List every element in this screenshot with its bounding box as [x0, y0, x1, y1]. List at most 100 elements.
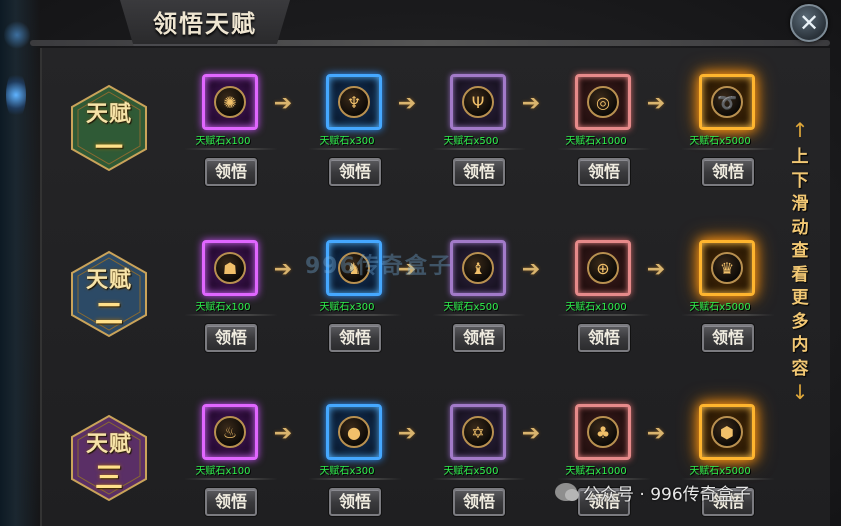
talent-cost: 天赋石x5000: [689, 302, 751, 313]
talent-cost: 天赋石x5000: [689, 466, 751, 477]
cost-divider: [432, 314, 526, 316]
talent-skill-slot[interactable]: ◎: [565, 64, 643, 142]
orb-icon: ●: [338, 416, 370, 448]
talent-badge-number: 二: [94, 297, 123, 330]
close-icon: ✕: [798, 9, 820, 37]
talent-cost: 天赋石x300: [319, 302, 375, 313]
arrow-up-icon: ↑: [791, 118, 809, 142]
talent-badge-number: 一: [94, 131, 123, 164]
comprehend-button[interactable]: 领悟: [578, 158, 630, 186]
scroll-hint-text: 上下滑动查看更多内容: [791, 147, 809, 379]
trident-icon: Ψ: [462, 86, 494, 118]
window-title: 领悟天赋: [153, 9, 257, 38]
talent-cost: 天赋石x1000: [565, 302, 627, 313]
comprehend-button[interactable]: 领悟: [329, 488, 381, 516]
talent-cost: 天赋石x300: [319, 136, 375, 147]
talent-cost: 天赋石x300: [319, 466, 375, 477]
talent-cost: 天赋石x1000: [565, 466, 627, 477]
talent-cost: 天赋石x1000: [565, 136, 627, 147]
shield-icon: ⬢: [711, 416, 743, 448]
demon-mask-icon: ☗: [214, 252, 246, 284]
talent-skill-slot[interactable]: ♨: [192, 394, 270, 472]
comprehend-button[interactable]: 领悟: [578, 324, 630, 352]
arrow-right-icon: ➔: [273, 257, 293, 282]
talent-cost: 天赋石x500: [443, 136, 499, 147]
footer-watermark: 公众号 · 996传奇盒子: [555, 480, 751, 505]
seal-icon: ✺: [214, 86, 246, 118]
talent-skill-slot[interactable]: ➰: [689, 64, 767, 142]
arrow-right-icon: ➔: [646, 257, 666, 282]
talent-badge-label: 天赋: [85, 267, 132, 293]
dragon-icon: ♝: [462, 252, 494, 284]
talent-badge: 天赋一: [70, 84, 148, 172]
talent-cost: 天赋石x100: [195, 136, 251, 147]
talent-skill-slot[interactable]: Ψ: [440, 64, 518, 142]
arrow-right-icon: ➔: [646, 91, 666, 116]
arrow-right-icon: ➔: [397, 91, 417, 116]
talent-badge: 天赋三: [70, 414, 148, 502]
arrow-right-icon: ➔: [273, 421, 293, 446]
comprehend-button[interactable]: 领悟: [205, 158, 257, 186]
cost-divider: [184, 148, 278, 150]
hexagram-icon: ✡: [462, 416, 494, 448]
cost-divider: [308, 314, 402, 316]
comprehend-button[interactable]: 领悟: [329, 324, 381, 352]
cost-divider: [681, 148, 775, 150]
talent-cost: 天赋石x5000: [689, 136, 751, 147]
cost-divider: [681, 314, 775, 316]
arrow-right-icon: ➔: [521, 421, 541, 446]
arrow-right-icon: ➔: [521, 257, 541, 282]
talent-cost: 天赋石x100: [195, 302, 251, 313]
arrow-right-icon: ➔: [521, 91, 541, 116]
talent-badge-number: 三: [94, 461, 123, 494]
talent-skill-slot[interactable]: ♣: [565, 394, 643, 472]
comprehend-button[interactable]: 领悟: [205, 488, 257, 516]
scroll-hint: ↑ 上下滑动查看更多内容 ↓: [787, 118, 813, 408]
spiral-icon: ➰: [711, 86, 743, 118]
talent-skill-slot[interactable]: ♛: [689, 230, 767, 308]
talent-skill-slot[interactable]: ✡: [440, 394, 518, 472]
phoenix-icon: ♆: [338, 86, 370, 118]
talent-skill-slot[interactable]: ●: [316, 394, 394, 472]
comprehend-button[interactable]: 领悟: [702, 158, 754, 186]
cost-divider: [184, 314, 278, 316]
watermark-text: 公众号 · 996传奇盒子: [583, 484, 751, 505]
talent-skill-slot[interactable]: ⊕: [565, 230, 643, 308]
swirl-icon: ◎: [587, 86, 619, 118]
arrow-right-icon: ➔: [273, 91, 293, 116]
arrow-right-icon: ➔: [397, 421, 417, 446]
cost-divider: [432, 478, 526, 480]
close-button[interactable]: ✕: [790, 4, 828, 42]
talent-cost: 天赋石x500: [443, 302, 499, 313]
talent-cost: 天赋石x100: [195, 466, 251, 477]
dragon-decoration: [0, 0, 40, 526]
talent-badge-label: 天赋: [85, 431, 132, 457]
comprehend-button[interactable]: 领悟: [329, 158, 381, 186]
talent-skill-slot[interactable]: ♆: [316, 64, 394, 142]
cost-divider: [432, 148, 526, 150]
arrow-down-icon: ↓: [791, 380, 809, 404]
talent-badge: 天赋二: [70, 250, 148, 338]
cost-divider: [184, 478, 278, 480]
target-icon: ⊕: [587, 252, 619, 284]
comprehend-button[interactable]: 领悟: [453, 158, 505, 186]
talent-skill-slot[interactable]: ♝: [440, 230, 518, 308]
talent-cost: 天赋石x500: [443, 466, 499, 477]
talent-skill-slot[interactable]: ✺: [192, 64, 270, 142]
talent-badge-label: 天赋: [85, 101, 132, 127]
wechat-icon: [555, 483, 579, 501]
talent-window: 领悟天赋 ✕ 天赋一 ✺ 天赋石x100 领悟 ➔ ♆ 天赋石x300 领悟 ➔ Ψ 天赋石x500…: [0, 0, 841, 526]
talent-skill-slot[interactable]: ☗: [192, 230, 270, 308]
cost-divider: [308, 148, 402, 150]
comprehend-button[interactable]: 领悟: [453, 488, 505, 516]
comprehend-button[interactable]: 领悟: [205, 324, 257, 352]
cost-divider: [557, 148, 651, 150]
comprehend-button[interactable]: 领悟: [702, 324, 754, 352]
bird-icon: ♣: [587, 416, 619, 448]
flame-icon: ♨: [214, 416, 246, 448]
center-watermark: 996传奇盒子: [305, 254, 453, 279]
crown-icon: ♛: [711, 252, 743, 284]
arrow-right-icon: ➔: [646, 421, 666, 446]
comprehend-button[interactable]: 领悟: [453, 324, 505, 352]
talent-skill-slot[interactable]: ⬢: [689, 394, 767, 472]
